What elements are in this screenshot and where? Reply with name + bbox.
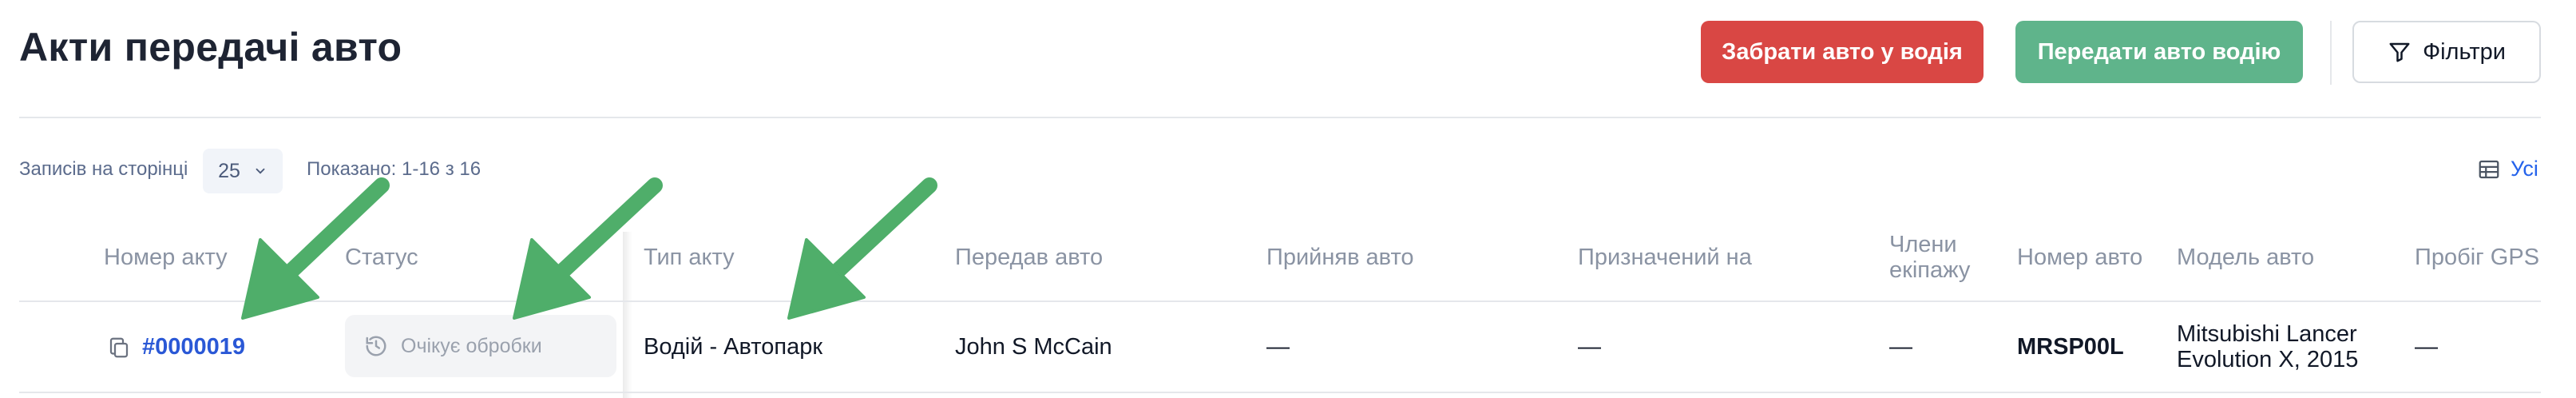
row-divider (19, 392, 2541, 393)
column-header-car-number[interactable]: Номер авто (2017, 245, 2142, 270)
column-header-assigned-to[interactable]: Призначений на (1578, 245, 1752, 270)
car-model-line2: Evolution X, 2015 (2177, 347, 2359, 372)
car-model-cell: Mitsubishi Lancer Evolution X, 2015 (2177, 321, 2358, 372)
columns-icon (2479, 160, 2499, 178)
page-size-value: 25 (218, 159, 240, 182)
filters-label: Фільтри (2423, 38, 2506, 65)
column-header-car-model[interactable]: Модель авто (2177, 245, 2314, 270)
column-header-handed-over[interactable]: Передав авто (955, 245, 1103, 270)
column-header-status[interactable]: Статус (345, 245, 418, 270)
column-header-crew-line2: екіпажу (1889, 257, 1971, 283)
act-number-cell[interactable]: #0000019 (107, 334, 245, 360)
assigned-to-cell: — (1578, 334, 1601, 360)
give-car-to-driver-button[interactable]: Передати авто водію (2015, 21, 2303, 83)
received-cell: — (1266, 334, 1290, 360)
records-per-page-label: Записів на сторінці (19, 158, 188, 180)
column-header-crew-line1: Члени (1889, 232, 1957, 257)
sticky-column-shadow (623, 232, 632, 398)
handed-over-cell: John S McCain (955, 334, 1112, 360)
act-type-cell: Водій - Автопарк (644, 334, 823, 360)
header-divider (19, 117, 2541, 118)
columns-label: Усі (2511, 157, 2538, 181)
table-header-divider (19, 300, 2541, 302)
page: Акти передачі авто Забрати авто у водія … (0, 0, 2576, 398)
filter-icon (2389, 42, 2410, 62)
shown-range-label: Показано: 1-16 з 16 (307, 158, 482, 180)
status-text: Очікує обробки (401, 334, 542, 357)
arrow-icon (787, 177, 937, 320)
column-header-gps-mileage[interactable]: Пробіг GPS (2415, 245, 2539, 270)
gps-mileage-cell: — (2415, 334, 2438, 360)
act-number-link[interactable]: #0000019 (142, 334, 245, 360)
column-header-act-number[interactable]: Номер акту (104, 245, 228, 270)
column-header-crew[interactable]: Члени екіпажу (1889, 232, 1970, 283)
status-badge: Очікує обробки (345, 315, 616, 377)
filters-button[interactable]: Фільтри (2352, 21, 2541, 83)
history-icon (366, 336, 386, 356)
page-size-select[interactable]: 25 (203, 149, 283, 193)
take-car-from-driver-button[interactable]: Забрати авто у водія (1701, 21, 1984, 83)
crew-cell: — (1889, 334, 1912, 360)
toolbar-divider (2330, 21, 2332, 85)
arrow-icon (513, 177, 663, 320)
car-model-line1: Mitsubishi Lancer (2177, 321, 2357, 347)
car-number-cell: MRSP00L (2017, 334, 2124, 360)
chevron-down-icon (256, 168, 265, 174)
page-title: Акти передачі авто (19, 25, 402, 70)
column-header-received[interactable]: Прийняв авто (1266, 245, 1414, 270)
column-header-act-type[interactable]: Тип акту (644, 245, 735, 270)
columns-toggle[interactable]: Усі (2477, 157, 2538, 181)
copy-icon[interactable] (107, 336, 131, 360)
